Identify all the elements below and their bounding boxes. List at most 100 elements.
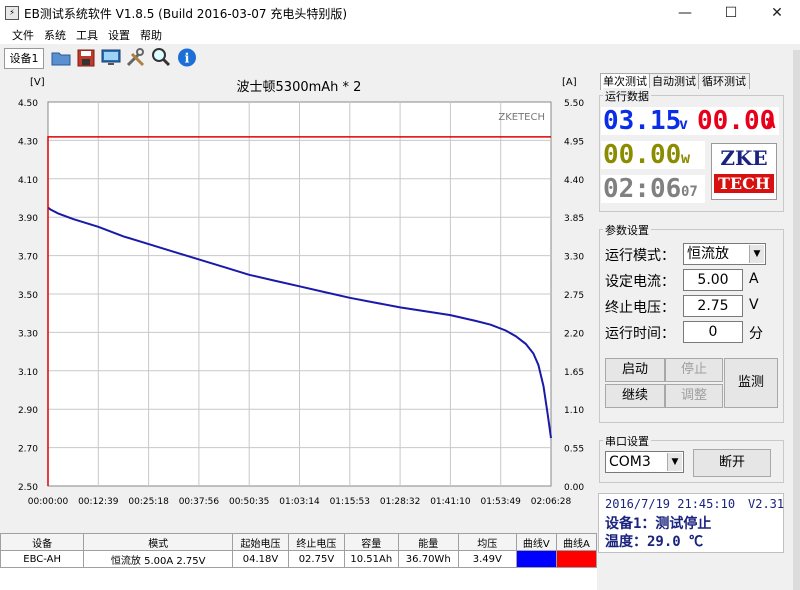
tab-auto-test[interactable]: 自动测试 (649, 73, 699, 89)
device-tab[interactable]: 设备1 (4, 48, 44, 69)
mode-label: 运行模式： (605, 248, 675, 264)
run-time-unit: 分 (749, 326, 763, 342)
time-display: 02:06 07 (601, 174, 705, 204)
current-set-field[interactable]: 5.00 (683, 269, 743, 291)
y-tick-label-left: 2.70 (18, 445, 38, 455)
menu-tools[interactable]: 工具 (76, 27, 98, 43)
serial-settings-title: 串口设置 (603, 433, 651, 449)
menu-file[interactable]: 文件 (12, 27, 34, 43)
chevron-down-icon[interactable]: ▼ (667, 453, 682, 471)
y-tick-label-left: 4.50 (18, 99, 38, 109)
window-edge (793, 50, 800, 590)
toolbar: 设备1 i (0, 44, 800, 72)
mode-value: 恒流放 (687, 246, 729, 262)
disconnect-button[interactable]: 断开 (693, 449, 771, 477)
mode-select[interactable]: 恒流放 ▼ (683, 243, 766, 265)
table-row[interactable]: EBC-AH 恒流放 5.00A 2.75V 04.18V 02.75V 10.… (0, 550, 598, 568)
tools-icon[interactable] (125, 47, 147, 68)
save-icon[interactable] (75, 47, 97, 68)
y-tick-label-right: 4.40 (564, 176, 584, 186)
current-readout: 00.00 (697, 106, 776, 136)
x-tick-label: 01:53:49 (480, 497, 521, 507)
cell-end-voltage: 02.75V (287, 550, 345, 568)
cutoff-voltage-field[interactable]: 2.75 (683, 295, 743, 317)
menu-help[interactable]: 帮助 (140, 27, 162, 43)
maximize-button[interactable]: ☐ (708, 0, 754, 26)
search-icon[interactable] (150, 47, 172, 68)
app-icon: ⚡ (5, 6, 19, 20)
stop-button[interactable]: 停止 (665, 358, 723, 382)
col-header: 能量 (397, 533, 459, 551)
y-tick-label-left: 3.50 (18, 291, 38, 301)
cutoff-voltage-unit: V (749, 297, 759, 313)
window-title: EB测试系统软件 V1.8.5 (Build 2016-03-07 充电头特别版… (24, 7, 348, 21)
menu-bar: 文件 系统 工具 设置 帮助 (0, 26, 800, 44)
status-version: V2.31 (748, 497, 785, 511)
close-button[interactable]: ✕ (754, 0, 800, 26)
cutoff-voltage-label: 终止电压： (605, 300, 675, 316)
menu-system[interactable]: 系统 (44, 27, 66, 43)
y-tick-label-left: 2.90 (18, 406, 38, 416)
y-tick-label-left: 4.30 (18, 137, 38, 147)
col-header: 模式 (83, 533, 234, 551)
discharge-chart: 4.50 4.30 4.10 3.90 3.70 3.50 3.30 3.10 2.90 2.70… (18, 77, 584, 507)
time-seconds: 07 (681, 184, 698, 200)
com-port-value: COM3 (609, 454, 651, 470)
info-icon[interactable]: i (176, 47, 198, 68)
power-display: 00.00 w (601, 140, 705, 170)
col-header: 终止电压 (287, 533, 345, 551)
y-tick-label-right: 0.55 (564, 445, 584, 455)
minimize-button[interactable]: — (662, 0, 708, 26)
run-time-field[interactable]: 0 (683, 321, 743, 343)
cell-energy: 36.70Wh (397, 550, 459, 568)
status-box: 2016/7/19 21:45:10 V2.31 设备1：测试停止 温度：29.… (598, 493, 784, 553)
y-tick-label-left: 3.30 (18, 329, 38, 339)
title-bar: ⚡ EB测试系统软件 V1.8.5 (Build 2016-03-07 充电头特… (0, 0, 800, 26)
col-header: 曲线A (555, 533, 598, 551)
x-tick-label: 01:03:14 (279, 497, 320, 507)
y-tick-label-right: 2.20 (564, 329, 584, 339)
col-header: 起始电压 (232, 533, 289, 551)
chevron-down-icon[interactable]: ▼ (749, 245, 764, 263)
param-settings-title: 参数设置 (603, 222, 651, 238)
current-set-label: 设定电流： (605, 274, 675, 290)
monitor-icon[interactable] (100, 47, 122, 68)
x-tick-label: 01:41:10 (430, 497, 471, 507)
continue-button[interactable]: 继续 (605, 384, 665, 408)
curve-a-color[interactable] (555, 550, 598, 568)
results-table: 设备 模式 起始电压 终止电压 容量 能量 均压 曲线V 曲线A EBC-AH … (0, 533, 598, 590)
y-tick-label-left: 3.90 (18, 214, 38, 224)
adjust-button[interactable]: 调整 (665, 384, 723, 408)
y-tick-label-right: 0.00 (564, 483, 584, 493)
x-tick-label: 02:06:28 (531, 497, 572, 507)
y-tick-label-right: 2.75 (564, 291, 584, 301)
y-tick-label-right: 4.95 (564, 137, 584, 147)
y-tick-label-right: 5.50 (564, 99, 584, 109)
menu-settings[interactable]: 设置 (108, 27, 130, 43)
start-button[interactable]: 启动 (605, 358, 665, 382)
logo-tech-text: TECH (714, 174, 774, 193)
logo-zke-text: ZKE (720, 146, 768, 170)
open-folder-icon[interactable] (50, 47, 72, 68)
x-tick-label: 00:00:00 (28, 497, 69, 507)
chart-title: 波士顿5300mAh * 2 (237, 80, 362, 95)
status-datetime: 2016/7/19 21:45:10 (605, 497, 736, 511)
x-axis: 00:00:00 00:12:39 00:25:18 00:37:56 00:50:35… (28, 497, 572, 507)
y-axis-left-label: [V] (30, 77, 45, 88)
run-time-label: 运行时间： (605, 326, 675, 342)
voltage-unit: v (679, 115, 689, 133)
x-tick-label: 00:50:35 (229, 497, 269, 507)
power-unit: w (681, 149, 691, 167)
tab-cycle-test[interactable]: 循环测试 (698, 73, 750, 89)
y-tick-label-left: 3.10 (18, 368, 38, 378)
monitor-button[interactable]: 监测 (724, 358, 778, 408)
y-tick-label-right: 3.30 (564, 253, 584, 263)
y-tick-label-right: 1.10 (564, 406, 584, 416)
cell-capacity: 10.51Ah (343, 550, 399, 568)
voltage-current-display: 03.15 v 00.00 A (601, 106, 779, 136)
status-device: 设备1：测试停止 (605, 516, 712, 532)
com-port-select[interactable]: COM3 ▼ (605, 451, 684, 473)
cell-start-voltage: 04.18V (232, 550, 289, 568)
power-readout: 00.00 (603, 140, 682, 170)
curve-v-color[interactable] (515, 550, 557, 568)
